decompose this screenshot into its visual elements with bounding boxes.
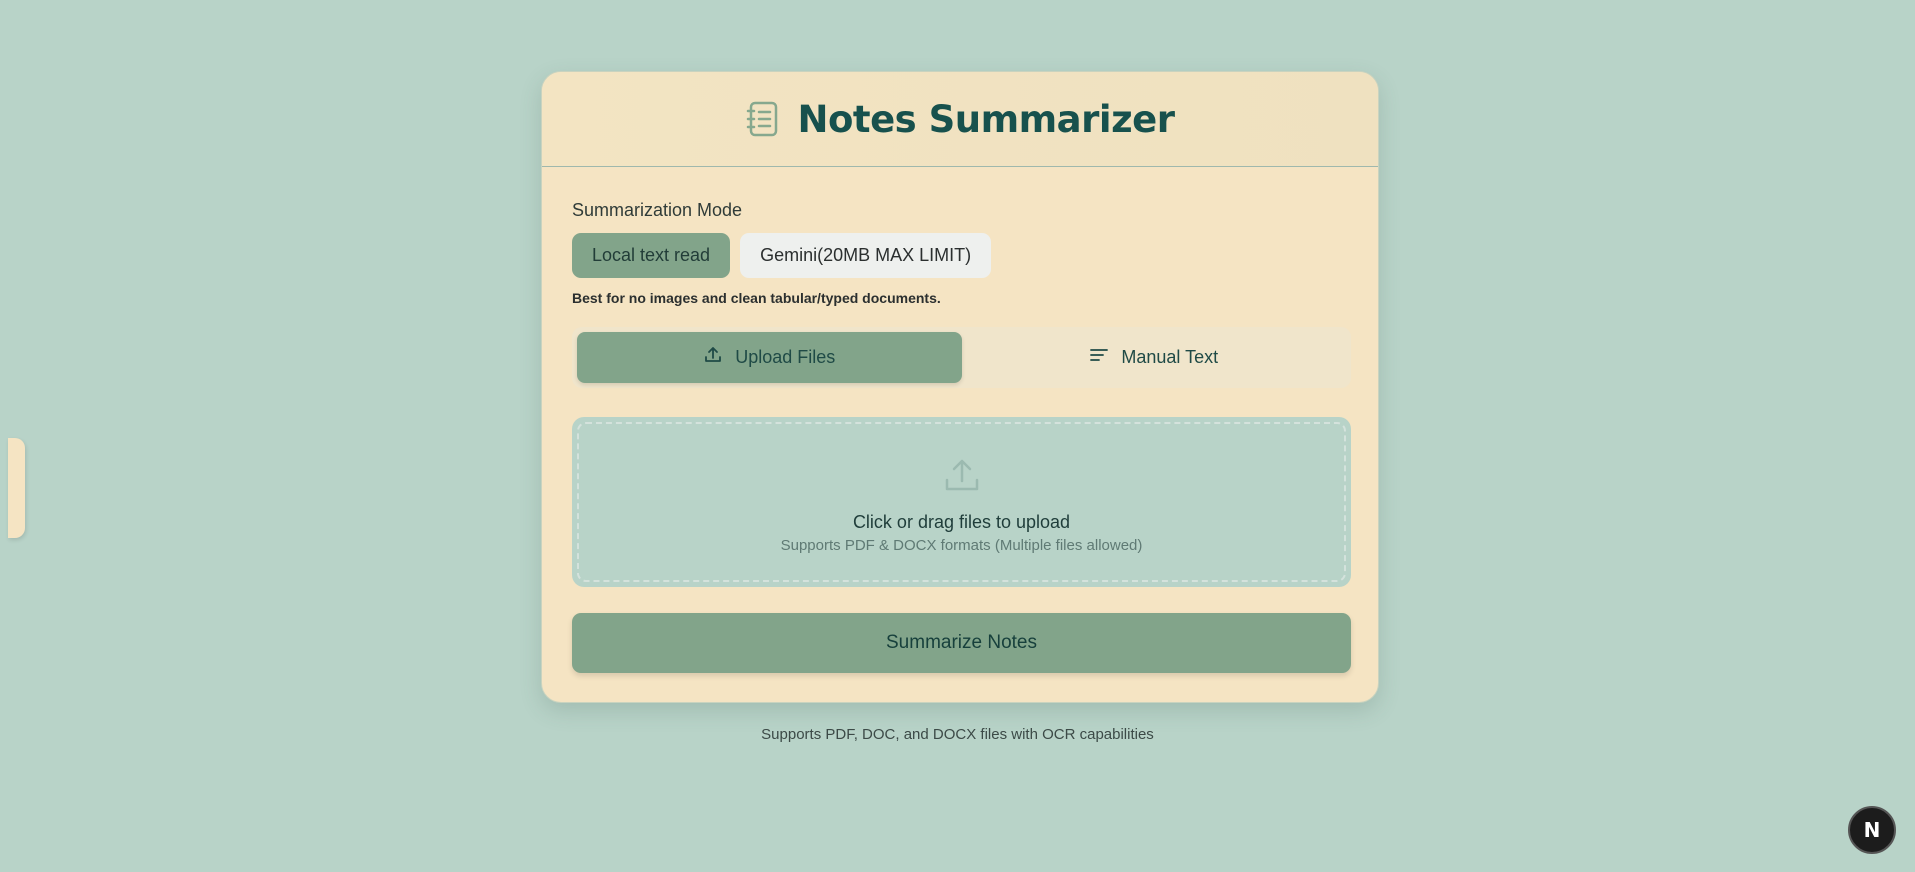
- tab-upload-files[interactable]: Upload Files: [577, 332, 962, 383]
- footer-note: Supports PDF, DOC, and DOCX files with O…: [761, 726, 1154, 743]
- dropzone-area: Click or drag files to upload Supports P…: [577, 422, 1346, 582]
- dropzone-title: Click or drag files to upload: [852, 511, 1071, 532]
- mode-hint: Best for no images and clean tabular/typ…: [572, 290, 941, 306]
- upload-icon: [942, 451, 982, 508]
- summarizer-card: Notes Summarizer Summarization Mode Loca…: [541, 71, 1379, 703]
- tab-manual-text[interactable]: Manual Text: [962, 332, 1347, 383]
- file-dropzone[interactable]: Click or drag files to upload Supports P…: [572, 417, 1351, 587]
- tab-manual-label: Manual Text: [1121, 347, 1219, 367]
- page-title: Notes Summarizer: [797, 97, 1175, 141]
- dropzone-subtitle: Supports PDF & DOCX formats (Multiple fi…: [780, 536, 1143, 554]
- side-drawer-handle[interactable]: [8, 438, 25, 538]
- mode-local-button[interactable]: Local text read: [572, 233, 731, 278]
- dev-tools-badge[interactable]: N: [1848, 806, 1896, 854]
- card-header: Notes Summarizer: [542, 72, 1378, 167]
- input-tabs: Upload Files Manual Text: [572, 327, 1351, 388]
- mode-label: Summarization Mode: [572, 200, 743, 220]
- mode-gemini-button[interactable]: Gemini(20MB MAX LIMIT): [740, 233, 992, 278]
- summarize-button[interactable]: Summarize Notes: [572, 613, 1351, 673]
- upload-icon: [703, 345, 723, 370]
- notebook-icon: [746, 101, 780, 137]
- text-lines-icon: [1089, 345, 1109, 370]
- tab-upload-label: Upload Files: [735, 347, 836, 367]
- mode-selector: Local text read Gemini(20MB MAX LIMIT): [572, 233, 992, 278]
